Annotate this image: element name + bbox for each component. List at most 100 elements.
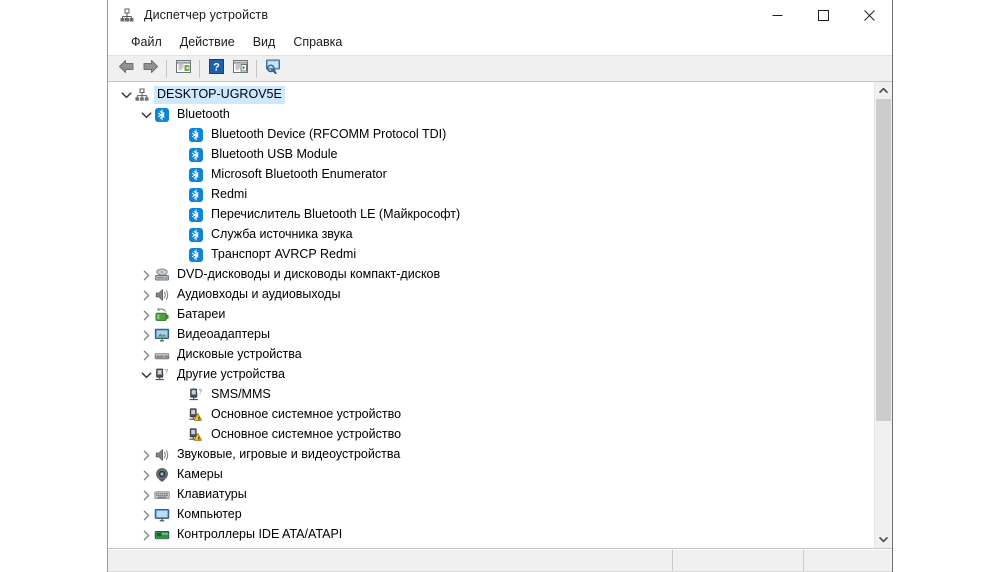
tree-item[interactable]: Redmi bbox=[108, 185, 874, 205]
tree-item[interactable]: Контроллеры IDE ATA/ATAPI bbox=[108, 525, 874, 545]
tree-item[interactable]: Основное системное устройство bbox=[108, 425, 874, 445]
device-manager-window: Диспетчер устройств Файл Действие Вид Сп… bbox=[107, 0, 893, 572]
device-tree[interactable]: DESKTOP-UGROV5EBluetoothBluetooth Device… bbox=[108, 82, 874, 548]
bluetooth-icon bbox=[188, 147, 204, 163]
chevron-down-icon[interactable] bbox=[118, 87, 134, 103]
tree-item-label: Батареи bbox=[174, 306, 228, 324]
tree-item[interactable]: Bluetooth bbox=[108, 105, 874, 125]
tree-item[interactable]: Клавиатуры bbox=[108, 485, 874, 505]
device-manager-icon bbox=[119, 7, 135, 23]
tree-item[interactable]: Видеоадаптеры bbox=[108, 325, 874, 345]
chevron-down-icon[interactable] bbox=[138, 107, 154, 123]
update-driver-button[interactable] bbox=[228, 57, 252, 80]
chevron-placeholder bbox=[172, 407, 188, 423]
chevron-right-icon[interactable] bbox=[138, 267, 154, 283]
toolbar-separator bbox=[256, 60, 257, 78]
unknown-device-icon: ? bbox=[154, 367, 170, 383]
bluetooth-icon bbox=[188, 207, 204, 223]
scan-hardware-button[interactable] bbox=[261, 57, 285, 80]
tree-item[interactable]: ?Другие устройства bbox=[108, 365, 874, 385]
chevron-placeholder bbox=[172, 227, 188, 243]
tree-item[interactable]: Аудиовходы и аудиовыходы bbox=[108, 285, 874, 305]
bluetooth-icon bbox=[188, 227, 204, 243]
chevron-placeholder bbox=[172, 187, 188, 203]
update-driver-icon bbox=[232, 59, 249, 79]
menu-help[interactable]: Справка bbox=[284, 32, 351, 53]
menu-action[interactable]: Действие bbox=[171, 32, 244, 53]
tree-item-label: Основное системное устройство bbox=[208, 426, 404, 444]
tree-item[interactable]: ? SMS/MMS bbox=[108, 385, 874, 405]
tree-item-label: Контроллеры USB bbox=[174, 546, 287, 548]
tree-item[interactable]: Транспорт AVRCP Redmi bbox=[108, 245, 874, 265]
tree-item-label: Камеры bbox=[174, 466, 226, 484]
chevron-right-icon[interactable] bbox=[138, 287, 154, 303]
scrollbar-thumb[interactable] bbox=[876, 99, 891, 421]
svg-text:?: ? bbox=[199, 389, 203, 396]
chevron-right-icon[interactable] bbox=[138, 547, 154, 548]
tree-item-label: Основное системное устройство bbox=[208, 406, 404, 424]
tree-item-label: Транспорт AVRCP Redmi bbox=[208, 246, 359, 264]
scroll-down-button[interactable] bbox=[875, 531, 892, 548]
tree-item-label: Дисковые устройства bbox=[174, 346, 305, 364]
warning-device-icon bbox=[188, 407, 204, 423]
chevron-right-icon[interactable] bbox=[138, 347, 154, 363]
chevron-right-icon[interactable] bbox=[138, 307, 154, 323]
chevron-placeholder bbox=[172, 387, 188, 403]
tree-item-label: DESKTOP-UGROV5E bbox=[154, 86, 285, 104]
dvd-drive-icon bbox=[154, 267, 170, 283]
svg-text:?: ? bbox=[213, 61, 220, 73]
tree-item-label: Другие устройства bbox=[174, 366, 288, 384]
tree-item[interactable]: Звуковые, игровые и видеоустройства bbox=[108, 445, 874, 465]
status-bar bbox=[108, 549, 892, 572]
tree-item[interactable]: DVD-дисководы и дисководы компакт-дисков bbox=[108, 265, 874, 285]
chevron-down-icon[interactable] bbox=[138, 367, 154, 383]
tree-item[interactable]: Основное системное устройство bbox=[108, 405, 874, 425]
help-question-icon: ? bbox=[209, 59, 224, 79]
tree-item[interactable]: Bluetooth Device (RFCOMM Protocol TDI) bbox=[108, 125, 874, 145]
properties-button[interactable] bbox=[171, 57, 195, 80]
tree-item[interactable]: Bluetooth USB Module bbox=[108, 145, 874, 165]
warning-device-icon bbox=[188, 427, 204, 443]
maximize-button[interactable] bbox=[800, 0, 846, 30]
chevron-right-icon[interactable] bbox=[138, 487, 154, 503]
tree-item[interactable]: Перечислитель Bluetooth LE (Майкрософт) bbox=[108, 205, 874, 225]
back-button[interactable] bbox=[114, 57, 138, 80]
bluetooth-icon bbox=[154, 107, 170, 123]
chevron-right-icon[interactable] bbox=[138, 507, 154, 523]
forward-button[interactable] bbox=[138, 57, 162, 80]
tree-item[interactable]: Дисковые устройства bbox=[108, 345, 874, 365]
bluetooth-icon bbox=[188, 127, 204, 143]
tree-item[interactable]: Камеры bbox=[108, 465, 874, 485]
tree-item[interactable]: Контроллеры USB bbox=[108, 545, 874, 548]
minimize-button[interactable] bbox=[754, 0, 800, 30]
tree-item[interactable]: Microsoft Bluetooth Enumerator bbox=[108, 165, 874, 185]
status-segment-2 bbox=[672, 550, 803, 572]
chevron-right-icon[interactable] bbox=[138, 327, 154, 343]
toolbar-separator bbox=[166, 60, 167, 78]
ide-controller-icon bbox=[154, 527, 170, 543]
chevron-right-icon[interactable] bbox=[138, 527, 154, 543]
menu-view[interactable]: Вид bbox=[244, 32, 285, 53]
window-title: Диспетчер устройств bbox=[144, 8, 268, 22]
vertical-scrollbar[interactable] bbox=[874, 82, 892, 548]
screen: Диспетчер устройств Файл Действие Вид Сп… bbox=[0, 0, 1000, 572]
tree-item[interactable]: Компьютер bbox=[108, 505, 874, 525]
tree-item-label: SMS/MMS bbox=[208, 386, 274, 404]
bluetooth-icon bbox=[188, 247, 204, 263]
disk-drive-icon bbox=[154, 347, 170, 363]
tree-item[interactable]: Служба источника звука bbox=[108, 225, 874, 245]
camera-icon bbox=[154, 467, 170, 483]
chevron-right-icon[interactable] bbox=[138, 467, 154, 483]
tree-item-label: Компьютер bbox=[174, 506, 245, 524]
scroll-up-button[interactable] bbox=[875, 82, 892, 99]
menu-file[interactable]: Файл bbox=[122, 32, 171, 53]
help-button[interactable]: ? bbox=[204, 57, 228, 80]
chevron-right-icon[interactable] bbox=[138, 447, 154, 463]
tree-item-label: Redmi bbox=[208, 186, 250, 204]
close-button[interactable] bbox=[846, 0, 892, 30]
computer-root-icon bbox=[134, 87, 150, 103]
tree-item[interactable]: Батареи bbox=[108, 305, 874, 325]
tree-item[interactable]: DESKTOP-UGROV5E bbox=[108, 85, 874, 105]
chevron-placeholder bbox=[172, 207, 188, 223]
scrollbar-track[interactable] bbox=[875, 99, 892, 531]
